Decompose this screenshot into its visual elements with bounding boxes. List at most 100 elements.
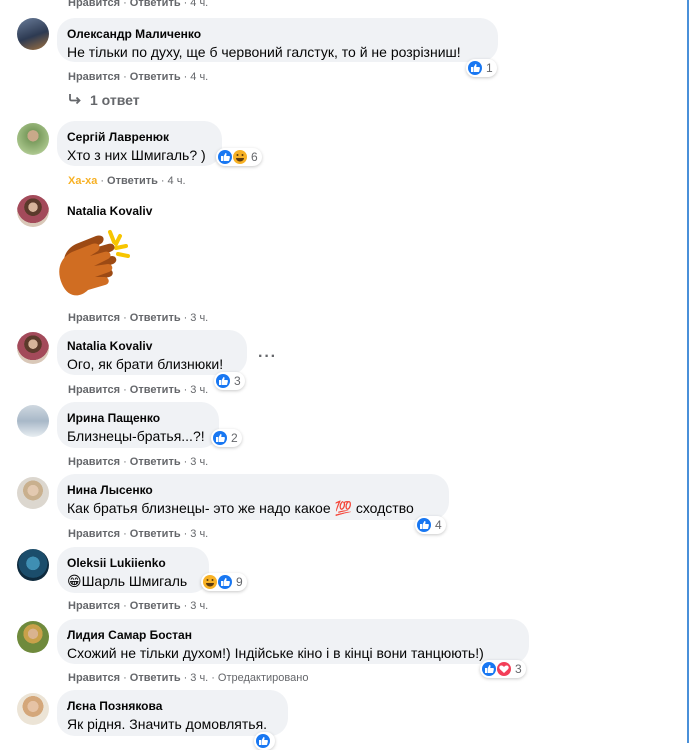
avatar[interactable] [17,123,49,155]
comment-bubble: Oleksii Lukiienko 😁Шарль Шмигаль [57,547,209,593]
avatar[interactable] [17,693,49,725]
comment-actions: Нравится · Ответить · 3 ч. [68,312,209,324]
comment-author[interactable]: Лидия Самар Бостан [67,627,517,643]
comment-author[interactable]: Natalia Kovaliv [67,338,235,354]
like-reaction-icon [218,575,232,589]
reaction-summary[interactable]: 4 [415,516,446,534]
edited-label[interactable]: Отредактировано [218,672,309,684]
comment-actions: Ха-ха · Ответить · 4 ч. [68,175,186,187]
like-link[interactable]: Нравится [68,600,120,612]
like-reaction-icon [213,431,227,445]
more-options-icon[interactable]: ··· [258,348,277,366]
comment-author[interactable]: Нина Лысенко [67,482,437,498]
comment-text: Ого, як брати близнюки! [67,356,224,372]
love-reaction-icon [497,662,511,676]
haha-reaction-icon [203,575,217,589]
reaction-summary[interactable]: 2 [211,429,242,447]
comment-bubble: Ирина Пащенко Близнецы-братья...?! [57,402,219,448]
reaction-count: 4 [435,518,442,532]
reply-link[interactable]: Ответить [130,312,181,324]
comment-time: 3 ч. [190,456,209,468]
reaction-count: 3 [234,374,241,388]
reaction-count: 2 [231,431,238,445]
like-link[interactable]: Нравится [68,312,120,324]
comment-time: 3 ч. [190,528,209,540]
comment-text: Схожий не тільки духом!) Індійське кіно … [67,645,484,661]
like-reaction-icon [482,662,496,676]
like-link[interactable]: Нравится [68,0,120,9]
reply-link[interactable]: Ответить [130,384,181,396]
comment-text: Хто з них Шмигаль? ) [67,147,206,163]
reaction-summary[interactable]: 3 [480,660,526,678]
reply-link[interactable]: Ответить [130,456,181,468]
comment-actions: Нравится · Ответить · 3 ч. [68,528,209,540]
comment-time: 3 ч. [190,600,209,612]
comment-actions: Нравится · Ответить · 3 ч. [68,456,209,468]
reply-link[interactable]: Ответить [130,71,181,83]
comment-actions: Нравится · Ответить · 3 ч. [68,600,209,612]
like-reaction-icon [218,150,232,164]
reaction-summary[interactable]: 9 [201,573,247,591]
like-link[interactable]: Нравится [68,384,120,396]
like-link[interactable]: Нравится [68,456,120,468]
reply-arrow-icon [68,92,82,108]
haha-reaction-icon [233,150,247,164]
avatar[interactable] [17,18,49,50]
comment-author[interactable]: Natalia Kovaliv [67,203,152,219]
reaction-summary[interactable]: 1 [466,59,497,77]
comment-text: Як рідня. Значить домовлятья. [67,716,268,732]
comment-text: Близнецы-братья...?! [67,428,205,444]
replies-count-label: 1 ответ [90,92,140,108]
like-reaction-icon [417,518,431,532]
comment-actions: Нравится · Ответить · 3 ч. [68,384,209,396]
comment-text: Не тільки по духу, ще б червоний галстук… [67,44,461,60]
comment-bubble: Нина Лысенко Как братья близнецы- это же… [57,474,449,520]
like-link[interactable]: Нравится [68,528,120,540]
comment-bubble: Лидия Самар Бостан Схожий не тільки духо… [57,619,529,664]
reply-link[interactable]: Ответить [130,528,181,540]
reaction-summary[interactable]: 3 [214,372,245,390]
comment-author[interactable]: Сергій Лавренюк [67,129,210,145]
like-reaction-icon [256,734,270,748]
reaction-count: 6 [251,150,258,164]
haha-link[interactable]: Ха-ха [68,175,97,187]
comment-time: 4 ч. [190,0,209,9]
reaction-summary[interactable]: 6 [216,148,262,166]
avatar[interactable] [17,621,49,653]
avatar[interactable] [17,477,49,509]
comment-author[interactable]: Лєна Познякова [67,698,276,714]
comment-text: 😁Шарль Шмигаль [67,573,188,589]
comment-time: 4 ч. [190,71,209,83]
comment-author[interactable]: Олександр Маличенко [67,26,486,42]
avatar[interactable] [17,405,49,437]
like-reaction-icon [468,61,482,75]
reply-link[interactable]: Ответить [130,672,181,684]
comment-actions: Нравится · Ответить · 3 ч. · Отредактировано [68,672,309,684]
avatar[interactable] [17,332,49,364]
clapping-hands-sticker [59,230,130,296]
comment-time: 4 ч. [167,175,186,187]
reply-link[interactable]: Ответить [107,175,158,187]
like-reaction-icon [216,374,230,388]
view-replies-link[interactable]: 1 ответ [68,92,140,108]
comment-bubble: Олександр Маличенко Не тільки по духу, щ… [57,18,498,62]
comment-time: 3 ч. [190,384,209,396]
reaction-count: 3 [515,662,522,676]
reaction-summary[interactable] [254,732,275,750]
reaction-count: 9 [236,575,243,589]
avatar[interactable] [17,549,49,581]
comment-bubble: Natalia Kovaliv Ого, як брати близнюки! [57,330,247,375]
avatar[interactable] [17,195,49,227]
reply-link[interactable]: Ответить [130,600,181,612]
comment-time: 3 ч. [190,312,209,324]
comment-time: 3 ч. [190,672,209,684]
comment-author[interactable]: Ирина Пащенко [67,410,207,426]
like-link[interactable]: Нравится [68,71,120,83]
like-link[interactable]: Нравится [68,672,120,684]
reply-link[interactable]: Ответить [130,0,181,9]
comment-actions-top: Нравится · Ответить · 4 ч. [68,0,208,10]
comment-bubble: Лєна Познякова Як рідня. Значить домовля… [57,690,288,736]
comment-bubble: Сергій Лавренюк Хто з них Шмигаль? ) [57,121,222,166]
comment-actions: Нравится · Ответить · 4 ч. [68,71,209,83]
comment-author[interactable]: Oleksii Lukiienko [67,555,197,571]
